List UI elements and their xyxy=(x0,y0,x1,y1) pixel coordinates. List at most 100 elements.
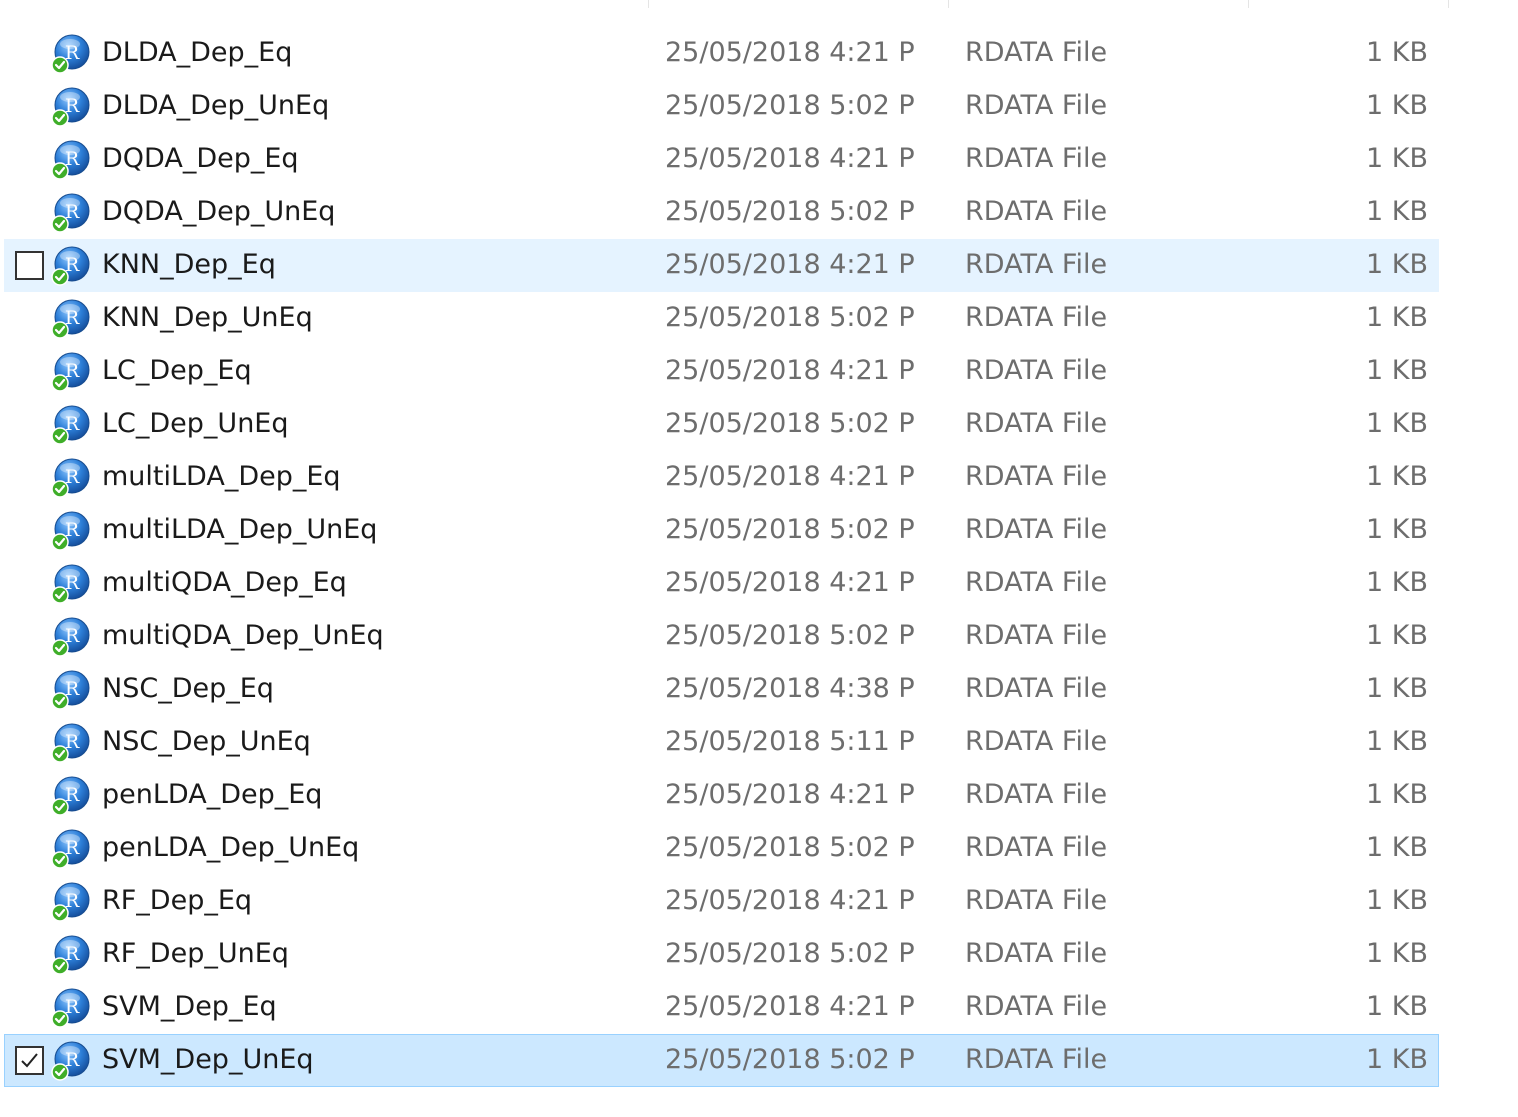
file-row[interactable]: R DQDA_Dep_Eq 25/05/2018 4:21 P RDATA Fi… xyxy=(4,133,1439,186)
sync-status-check-icon xyxy=(51,639,69,657)
file-row[interactable]: R RF_Dep_Eq 25/05/2018 4:21 P RDATA File… xyxy=(4,875,1439,928)
file-row[interactable]: R RF_Dep_UnEq 25/05/2018 5:02 P RDATA Fi… xyxy=(4,928,1439,981)
sync-status-check-icon xyxy=(51,374,69,392)
date-column-divider[interactable] xyxy=(948,0,949,8)
file-name[interactable]: penLDA_Dep_UnEq xyxy=(102,823,359,874)
file-size: 1 KB xyxy=(1366,991,1428,1022)
file-date-modified: 25/05/2018 5:02 P xyxy=(665,408,915,439)
file-name[interactable]: DLDA_Dep_UnEq xyxy=(102,81,329,132)
file-type: RDATA File xyxy=(965,355,1108,386)
file-date-modified: 25/05/2018 5:11 P xyxy=(665,726,915,757)
file-name[interactable]: multiLDA_Dep_UnEq xyxy=(102,505,377,556)
file-date-modified: 25/05/2018 4:21 P xyxy=(665,779,915,810)
file-date-modified: 25/05/2018 5:02 P xyxy=(665,196,915,227)
file-date-modified: 25/05/2018 4:38 P xyxy=(665,673,915,704)
file-name[interactable]: SVM_Dep_Eq xyxy=(102,982,277,1033)
file-date-modified: 25/05/2018 4:21 P xyxy=(665,143,915,174)
file-name[interactable]: KNN_Dep_UnEq xyxy=(102,293,313,344)
file-name[interactable]: LC_Dep_Eq xyxy=(102,346,252,397)
r-data-file-icon: R xyxy=(51,723,90,763)
file-size: 1 KB xyxy=(1366,408,1428,439)
file-size: 1 KB xyxy=(1366,779,1428,810)
r-data-file-icon: R xyxy=(51,458,90,498)
file-date-modified: 25/05/2018 5:02 P xyxy=(665,302,915,333)
file-row[interactable]: R KNN_Dep_UnEq 25/05/2018 5:02 P RDATA F… xyxy=(4,292,1439,345)
file-name[interactable]: multiLDA_Dep_Eq xyxy=(102,452,341,503)
type-column-divider[interactable] xyxy=(1248,0,1249,8)
file-row[interactable]: R LC_Dep_Eq 25/05/2018 4:21 P RDATA File… xyxy=(4,345,1439,398)
file-size: 1 KB xyxy=(1366,355,1428,386)
file-size: 1 KB xyxy=(1366,249,1428,280)
file-date-modified: 25/05/2018 5:02 P xyxy=(665,832,915,863)
r-data-file-icon: R xyxy=(51,564,90,604)
file-row[interactable]: R penLDA_Dep_Eq 25/05/2018 4:21 P RDATA … xyxy=(4,769,1439,822)
file-name[interactable]: penLDA_Dep_Eq xyxy=(102,770,322,821)
file-name[interactable]: NSC_Dep_Eq xyxy=(102,664,274,715)
file-type: RDATA File xyxy=(965,408,1108,439)
file-name[interactable]: multiQDA_Dep_UnEq xyxy=(102,611,384,662)
file-type: RDATA File xyxy=(965,514,1108,545)
file-name[interactable]: NSC_Dep_UnEq xyxy=(102,717,311,768)
r-data-file-icon: R xyxy=(51,405,90,445)
sync-status-check-icon xyxy=(51,268,69,286)
file-size: 1 KB xyxy=(1366,514,1428,545)
file-row[interactable]: R LC_Dep_UnEq 25/05/2018 5:02 P RDATA Fi… xyxy=(4,398,1439,451)
file-type: RDATA File xyxy=(965,143,1108,174)
file-row[interactable]: R multiLDA_Dep_Eq 25/05/2018 4:21 P RDAT… xyxy=(4,451,1439,504)
file-name[interactable]: DQDA_Dep_UnEq xyxy=(102,187,335,238)
sync-status-check-icon xyxy=(51,851,69,869)
file-name[interactable]: multiQDA_Dep_Eq xyxy=(102,558,347,609)
sync-status-check-icon xyxy=(51,56,69,74)
select-checkbox[interactable] xyxy=(15,251,44,280)
file-name[interactable]: RF_Dep_Eq xyxy=(102,876,252,927)
file-type: RDATA File xyxy=(965,90,1108,121)
file-row[interactable]: R NSC_Dep_UnEq 25/05/2018 5:11 P RDATA F… xyxy=(4,716,1439,769)
sync-status-check-icon xyxy=(51,1010,69,1028)
file-row[interactable]: R KNN_Dep_Eq 25/05/2018 4:21 P RDATA Fil… xyxy=(4,239,1439,292)
column-header-dividers xyxy=(0,0,1518,8)
file-row[interactable]: R SVM_Dep_Eq 25/05/2018 4:21 P RDATA Fil… xyxy=(4,981,1439,1034)
file-row[interactable]: R penLDA_Dep_UnEq 25/05/2018 5:02 P RDAT… xyxy=(4,822,1439,875)
file-list: R DLDA_Dep_Eq 25/05/2018 4:21 P RDATA Fi… xyxy=(4,27,1439,1087)
file-size: 1 KB xyxy=(1366,302,1428,333)
r-data-file-icon: R xyxy=(51,140,90,180)
file-name[interactable]: DLDA_Dep_Eq xyxy=(102,28,292,79)
size-column-divider[interactable] xyxy=(1448,0,1449,8)
sync-status-check-icon xyxy=(51,109,69,127)
file-row[interactable]: R multiQDA_Dep_Eq 25/05/2018 4:21 P RDAT… xyxy=(4,557,1439,610)
sync-status-check-icon xyxy=(51,215,69,233)
name-column-divider[interactable] xyxy=(648,0,649,8)
file-size: 1 KB xyxy=(1366,37,1428,68)
file-type: RDATA File xyxy=(965,37,1108,68)
sync-status-check-icon xyxy=(51,692,69,710)
file-size: 1 KB xyxy=(1366,938,1428,969)
file-type: RDATA File xyxy=(965,938,1108,969)
file-date-modified: 25/05/2018 4:21 P xyxy=(665,885,915,916)
file-date-modified: 25/05/2018 5:02 P xyxy=(665,90,915,121)
file-date-modified: 25/05/2018 4:21 P xyxy=(665,567,915,598)
file-name[interactable]: LC_Dep_UnEq xyxy=(102,399,289,450)
file-name[interactable]: DQDA_Dep_Eq xyxy=(102,134,299,185)
file-row[interactable]: R SVM_Dep_UnEq 25/05/2018 5:02 P RDATA F… xyxy=(4,1034,1439,1087)
file-row[interactable]: R DQDA_Dep_UnEq 25/05/2018 5:02 P RDATA … xyxy=(4,186,1439,239)
sync-status-check-icon xyxy=(51,427,69,445)
file-type: RDATA File xyxy=(965,302,1108,333)
r-data-file-icon: R xyxy=(51,617,90,657)
file-type: RDATA File xyxy=(965,726,1108,757)
file-date-modified: 25/05/2018 4:21 P xyxy=(665,249,915,280)
file-name[interactable]: SVM_Dep_UnEq xyxy=(102,1035,314,1086)
select-checkbox[interactable] xyxy=(15,1046,44,1075)
file-name[interactable]: KNN_Dep_Eq xyxy=(102,240,276,291)
file-row[interactable]: R multiQDA_Dep_UnEq 25/05/2018 5:02 P RD… xyxy=(4,610,1439,663)
sync-status-check-icon xyxy=(51,904,69,922)
file-row[interactable]: R NSC_Dep_Eq 25/05/2018 4:38 P RDATA Fil… xyxy=(4,663,1439,716)
sync-status-check-icon xyxy=(51,745,69,763)
file-size: 1 KB xyxy=(1366,832,1428,863)
file-size: 1 KB xyxy=(1366,567,1428,598)
r-data-file-icon: R xyxy=(51,193,90,233)
file-row[interactable]: R multiLDA_Dep_UnEq 25/05/2018 5:02 P RD… xyxy=(4,504,1439,557)
file-name[interactable]: RF_Dep_UnEq xyxy=(102,929,289,980)
file-row[interactable]: R DLDA_Dep_Eq 25/05/2018 4:21 P RDATA Fi… xyxy=(4,27,1439,80)
r-data-file-icon: R xyxy=(51,670,90,710)
file-row[interactable]: R DLDA_Dep_UnEq 25/05/2018 5:02 P RDATA … xyxy=(4,80,1439,133)
